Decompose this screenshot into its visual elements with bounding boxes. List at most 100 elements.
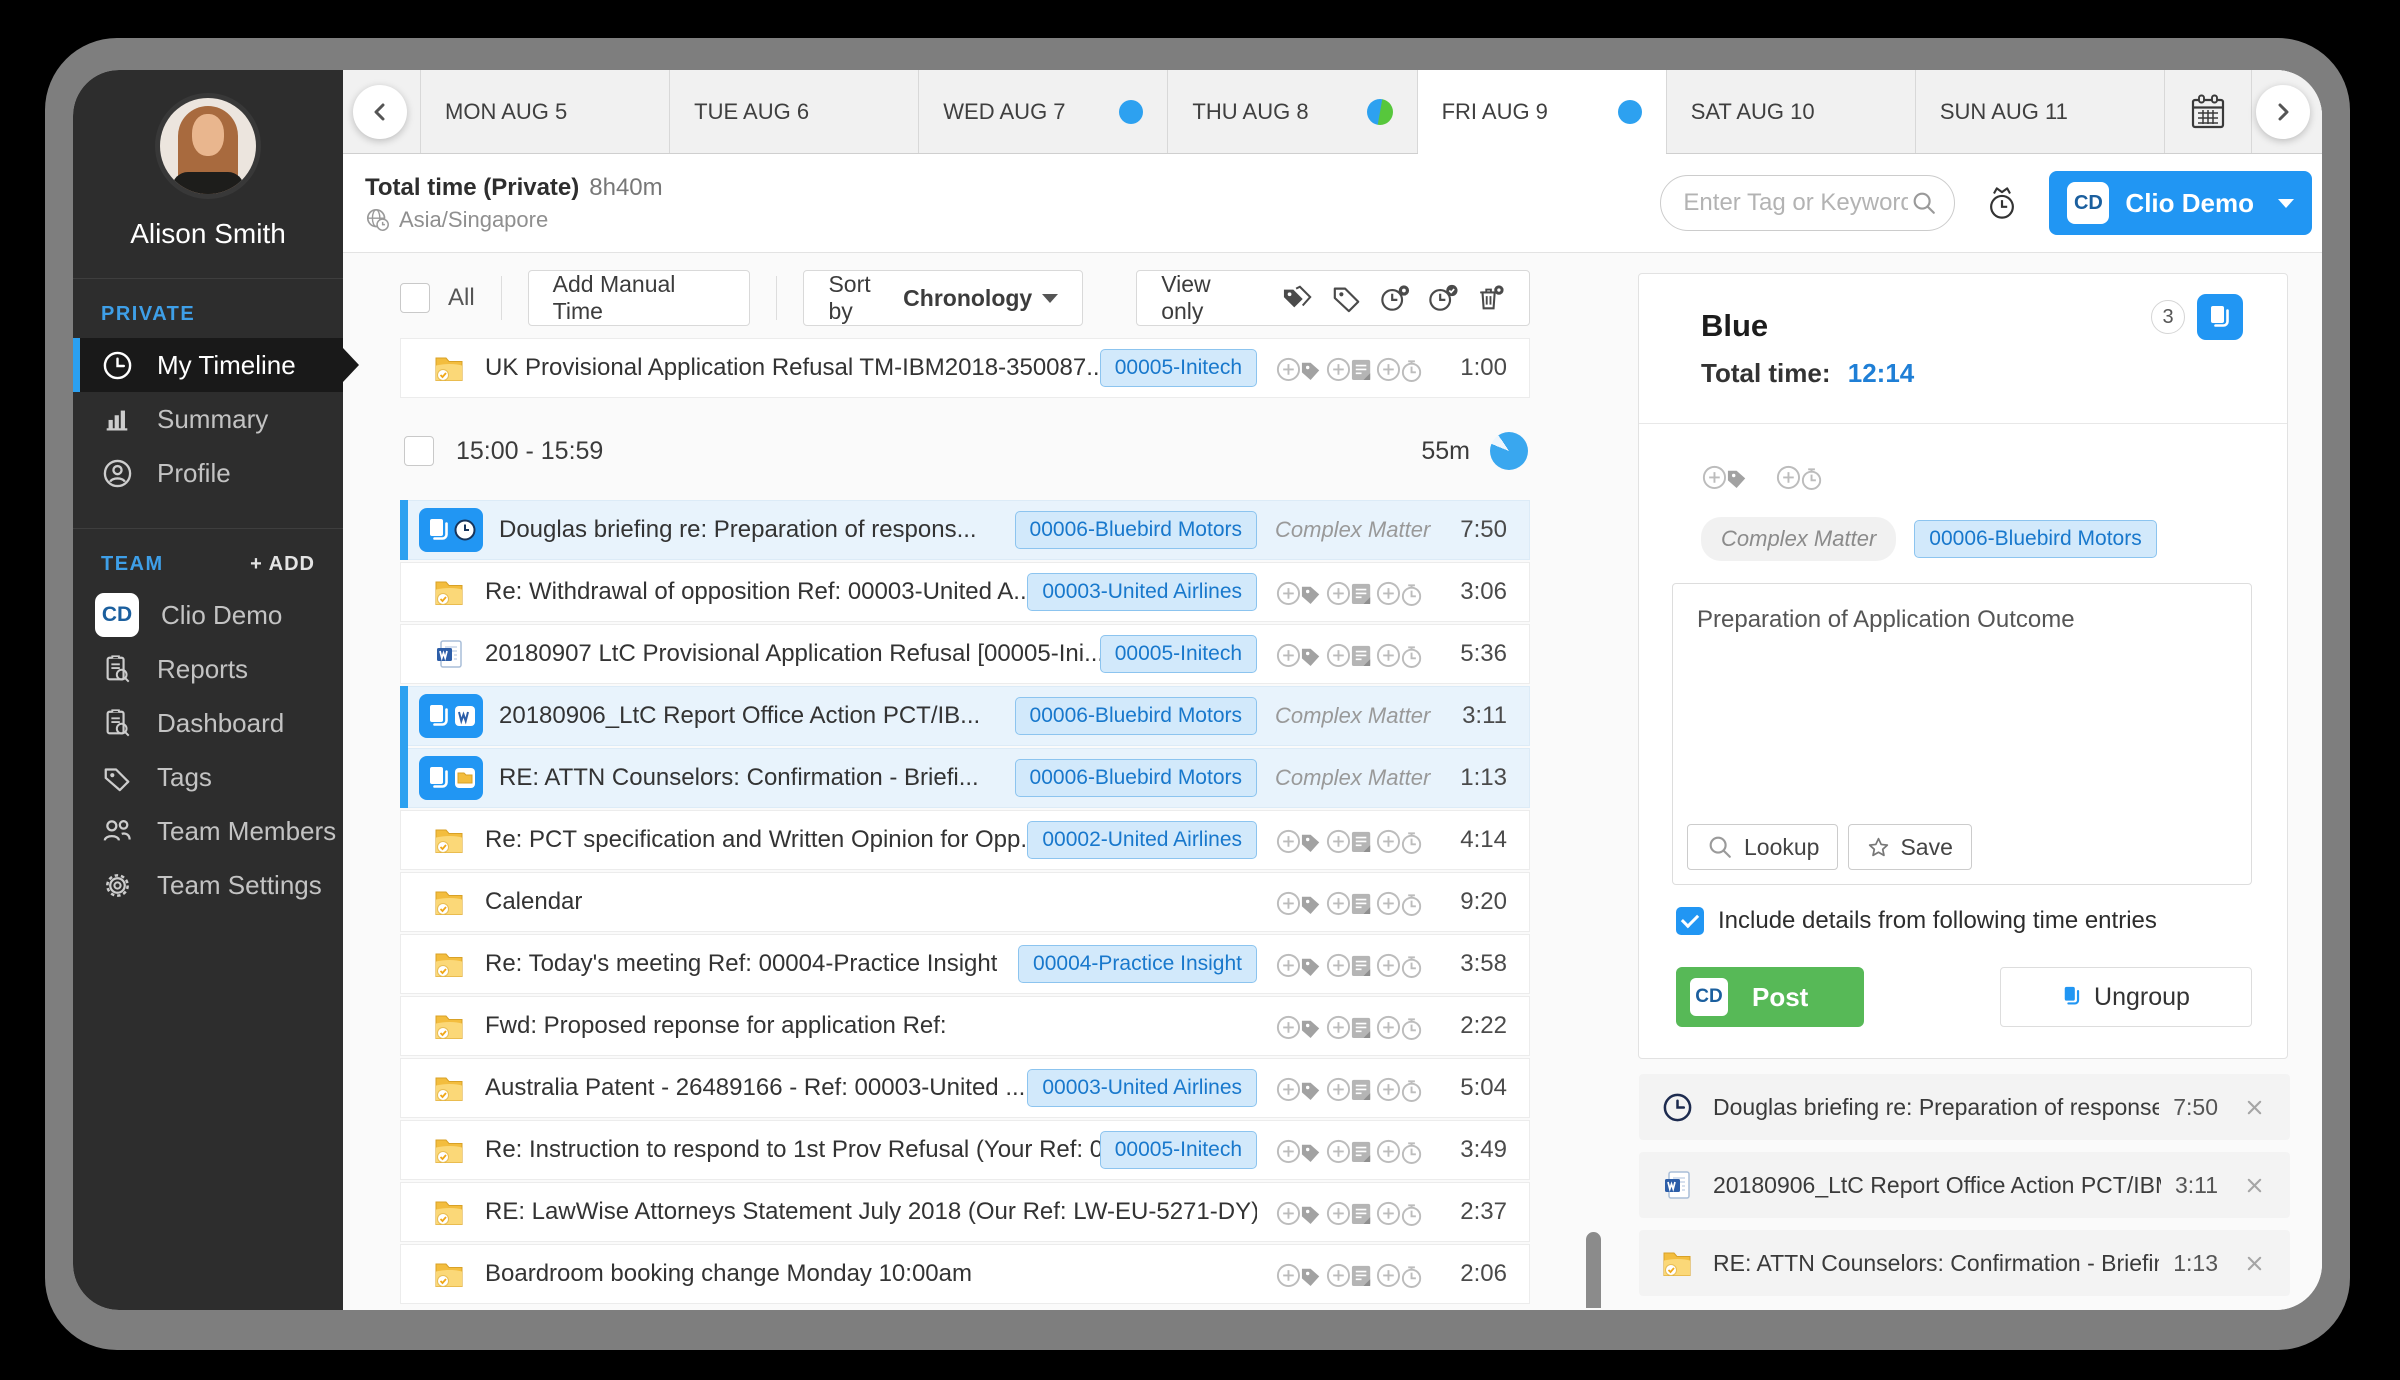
tab-tue-aug-6[interactable]: TUE AUG 6 — [669, 70, 918, 153]
tab-wed-aug-7[interactable]: WED AUG 7 — [918, 70, 1167, 153]
matter-tag-chip[interactable]: 00006-Bluebird Motors — [1914, 520, 2156, 558]
avatar[interactable] — [160, 98, 256, 194]
sort-dropdown[interactable]: Sort by Chronology — [803, 270, 1083, 326]
timeline-row[interactable]: Australia Patent - 26489166 - Ref: 00003… — [400, 1058, 1530, 1118]
add-tag-button[interactable] — [1275, 886, 1325, 919]
add-tag-button[interactable] — [1275, 352, 1325, 385]
remove-entry-button[interactable] — [2236, 1254, 2272, 1273]
search-icon[interactable] — [1910, 189, 1938, 217]
previous-week-button[interactable] — [353, 85, 407, 139]
timeline-row[interactable]: RE: ATTN Counselors: Confirmation - Brie… — [400, 748, 1530, 808]
clock-check-filter-button[interactable] — [1427, 283, 1459, 313]
trash-filter-button[interactable] — [1475, 283, 1505, 313]
add-note-button[interactable] — [1325, 1072, 1375, 1105]
add-timer-button[interactable] — [1375, 1258, 1425, 1291]
matter-tag-chip[interactable]: 00005-Initech — [1100, 349, 1257, 387]
timeline-row[interactable]: Re: PCT specification and Written Opinio… — [400, 810, 1530, 870]
sidebar-item-team-members[interactable]: Team Members — [73, 804, 343, 858]
matter-tag-chip[interactable]: 00003-United Airlines — [1027, 573, 1257, 611]
tag-outline-filter-button[interactable] — [1331, 283, 1363, 313]
add-timer-button[interactable] — [1375, 1196, 1425, 1229]
add-tag-button[interactable] — [1275, 576, 1325, 609]
add-note-button[interactable] — [1325, 352, 1375, 385]
add-tag-button[interactable] — [1275, 948, 1325, 981]
sidebar-item-dashboard[interactable]: Dashboard — [73, 696, 343, 750]
add-timer-button[interactable] — [1375, 638, 1425, 671]
matter-tag-chip[interactable]: 00005-Initech — [1100, 635, 1257, 673]
timeline-row[interactable]: Calendar9:20 — [400, 872, 1530, 932]
save-button[interactable]: Save — [1848, 824, 1971, 870]
timeline-row[interactable]: Re: Today's meeting Ref: 00004-Practice … — [400, 934, 1530, 994]
add-tag-button[interactable] — [1275, 1134, 1325, 1167]
grouped-entry-row[interactable]: Douglas briefing re: Preparation of resp… — [1639, 1074, 2290, 1140]
tags-filter-button[interactable] — [1281, 283, 1315, 313]
timeline-row[interactable]: Re: Withdrawal of opposition Ref: 00003-… — [400, 562, 1530, 622]
add-timer-button[interactable] — [1375, 576, 1425, 609]
sidebar-item-summary[interactable]: Summary — [73, 392, 343, 446]
timeline-row[interactable]: 20180906_LtC Report Office Action PCT/IB… — [400, 686, 1530, 746]
grouped-entry-row[interactable]: 20180906_LtC Report Office Action PCT/IB… — [1639, 1152, 2290, 1218]
matter-tag-chip[interactable]: 00006-Bluebird Motors — [1015, 511, 1257, 549]
add-timer-button[interactable] — [1375, 352, 1425, 385]
grouped-entry-row[interactable]: RE: ATTN Counselors: Confirmation - Brie… — [1639, 1230, 2290, 1296]
add-note-button[interactable] — [1325, 1010, 1375, 1043]
add-note-button[interactable] — [1325, 886, 1375, 919]
sidebar-item-reports[interactable]: Reports — [73, 642, 343, 696]
add-timer-button[interactable] — [1375, 1134, 1425, 1167]
matter-tag-chip[interactable]: 00002-United Airlines — [1027, 821, 1257, 859]
timeline-row[interactable]: UK Provisional Application Refusal TM-IB… — [400, 338, 1530, 398]
group-select-checkbox[interactable] — [404, 436, 434, 466]
matter-tag-chip[interactable]: 00006-Bluebird Motors — [1015, 697, 1257, 735]
add-team-member-button[interactable]: + ADD — [250, 553, 315, 576]
search-input[interactable] — [1681, 188, 1910, 218]
add-note-button[interactable] — [1325, 824, 1375, 857]
timeline-row[interactable]: Boardroom booking change Monday 10:00am2… — [400, 1244, 1530, 1304]
tab-mon-aug-5[interactable]: MON AUG 5 — [420, 70, 669, 153]
add-note-button[interactable] — [1325, 948, 1375, 981]
add-tag-button[interactable] — [1275, 1010, 1325, 1043]
add-tag-button[interactable] — [1275, 1258, 1325, 1291]
select-all-checkbox[interactable] — [400, 283, 430, 313]
add-tag-button[interactable] — [1275, 1072, 1325, 1105]
add-timer-button[interactable] — [1375, 886, 1425, 919]
note-textarea[interactable]: Preparation of Application Outcome Looku… — [1672, 583, 2252, 885]
timeline-row[interactable]: Re: Instruction to respond to 1st Prov R… — [400, 1120, 1530, 1180]
add-timer-button[interactable] — [1375, 948, 1425, 981]
alarm-crown-icon[interactable] — [1985, 185, 2019, 221]
matter-tag-chip[interactable]: 00005-Initech — [1100, 1131, 1257, 1169]
add-note-button[interactable] — [1325, 1258, 1375, 1291]
add-manual-time-button[interactable]: Add Manual Time — [528, 270, 751, 326]
add-timer-button[interactable] — [1375, 824, 1425, 857]
ungroup-button[interactable]: Ungroup — [2000, 967, 2252, 1027]
post-button[interactable]: CD Post — [1676, 967, 1864, 1027]
tab-fri-aug-9[interactable]: FRI AUG 9 — [1417, 70, 1666, 153]
scrollbar-thumb[interactable] — [1586, 1232, 1601, 1308]
add-tag-button[interactable] — [1701, 460, 1751, 493]
add-timer-button[interactable] — [1775, 460, 1825, 493]
add-note-button[interactable] — [1325, 638, 1375, 671]
remove-entry-button[interactable] — [2236, 1098, 2272, 1117]
matter-tag-chip[interactable]: 00003-United Airlines — [1027, 1069, 1257, 1107]
add-tag-button[interactable] — [1275, 638, 1325, 671]
sidebar-item-tags[interactable]: Tags — [73, 750, 343, 804]
clock-dot-filter-button[interactable] — [1379, 283, 1411, 313]
timeline-row[interactable]: RE: LawWise Attorneys Statement July 201… — [400, 1182, 1530, 1242]
tab-sat-aug-10[interactable]: SAT AUG 10 — [1666, 70, 1915, 153]
sidebar-item-profile[interactable]: Profile — [73, 446, 343, 500]
sidebar-item-team-settings[interactable]: Team Settings — [73, 858, 343, 912]
group-stack-button[interactable] — [2197, 294, 2243, 340]
add-tag-button[interactable] — [1275, 824, 1325, 857]
account-menu-button[interactable]: CD Clio Demo — [2049, 171, 2312, 235]
add-note-button[interactable] — [1325, 576, 1375, 609]
calendar-button[interactable] — [2164, 70, 2252, 153]
add-note-button[interactable] — [1325, 1196, 1375, 1229]
sidebar-item-clio-demo[interactable]: CDClio Demo — [73, 588, 343, 642]
add-timer-button[interactable] — [1375, 1072, 1425, 1105]
tab-sun-aug-11[interactable]: SUN AUG 11 — [1915, 70, 2164, 153]
remove-entry-button[interactable] — [2236, 1176, 2272, 1195]
matter-tag-chip[interactable]: 00004-Practice Insight — [1018, 945, 1257, 983]
add-tag-button[interactable] — [1275, 1196, 1325, 1229]
next-week-button[interactable] — [2256, 85, 2310, 139]
matter-tag-chip[interactable]: 00006-Bluebird Motors — [1015, 759, 1257, 797]
add-note-button[interactable] — [1325, 1134, 1375, 1167]
